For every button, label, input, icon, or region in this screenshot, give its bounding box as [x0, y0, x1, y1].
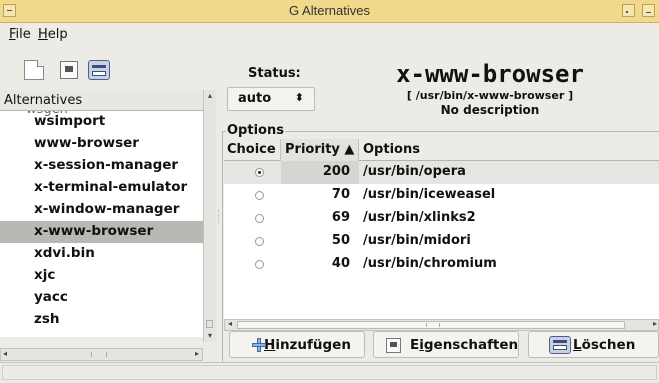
options-legend: Options	[226, 123, 285, 138]
scroll-right-icon[interactable]: ▸	[653, 319, 657, 328]
path-cell: /usr/bin/midori	[363, 233, 471, 248]
alternatives-header[interactable]: Alternatives	[0, 90, 203, 111]
table-row[interactable]: 69 /usr/bin/xlinks2	[224, 207, 659, 230]
choice-cell[interactable]	[224, 184, 281, 207]
select-arrows-icon: ⬍	[294, 91, 304, 104]
radio-icon[interactable]	[255, 191, 264, 200]
properties-button-label: genschaften	[423, 337, 519, 353]
list-item[interactable]: x-session-manager	[0, 155, 203, 177]
table-row[interactable]: 200 /usr/bin/opera	[224, 161, 659, 184]
choice-cell[interactable]	[224, 253, 281, 276]
options-table: Choice Priority ▲ Options 200 /usr/bin/o…	[224, 139, 659, 319]
status-label: Status:	[248, 66, 301, 81]
column-options[interactable]: Options	[359, 139, 659, 161]
table-header: Choice Priority ▲ Options	[224, 139, 659, 161]
menu-file-label: ile	[15, 27, 31, 42]
app-window: G Alternatives File Help Alternatives ws…	[0, 0, 659, 383]
menu-file[interactable]: File	[9, 27, 31, 42]
radio-icon[interactable]	[255, 237, 264, 246]
list-item[interactable]: x-window-manager	[0, 199, 203, 221]
delete-icon	[549, 336, 571, 354]
splitter-grip[interactable]	[218, 210, 221, 224]
path-cell: /usr/bin/chromium	[363, 256, 497, 271]
properties-button[interactable]: Eigenschaften	[373, 331, 519, 358]
toolbar	[0, 50, 220, 88]
delete-icon[interactable]	[88, 60, 110, 80]
title-bar[interactable]: G Alternatives	[0, 0, 659, 23]
choice-cell[interactable]	[224, 161, 281, 184]
priority-cell: 70	[331, 187, 350, 202]
list-item[interactable]: xjc	[0, 265, 203, 287]
table-row[interactable]: 50 /usr/bin/midori	[224, 230, 659, 253]
radio-selected-icon[interactable]	[255, 168, 264, 177]
list-item[interactable]: xdvi.bin	[0, 243, 203, 265]
column-choice[interactable]: Choice	[224, 139, 281, 161]
menu-help-accel: H	[38, 27, 48, 42]
maximize-icon[interactable]	[642, 4, 655, 17]
priority-cell: 40	[331, 256, 350, 271]
scroll-left-icon[interactable]: ◂	[3, 349, 7, 358]
status-bar	[0, 362, 659, 383]
path-cell: /usr/bin/iceweasel	[363, 187, 496, 202]
options-horizontal-scrollbar[interactable]: ◂ ▸	[224, 319, 659, 331]
list-item-selected[interactable]: x-www-browser	[0, 221, 203, 243]
choice-cell[interactable]	[224, 207, 281, 230]
delete-button-label: öschen	[581, 337, 636, 353]
priority-cell: 200	[281, 161, 359, 184]
add-button[interactable]: Hinzufügen	[229, 331, 365, 358]
radio-icon[interactable]	[255, 260, 264, 269]
plus-icon	[252, 338, 266, 352]
scroll-thumb[interactable]	[237, 321, 625, 329]
minimize-icon[interactable]	[622, 4, 635, 17]
column-priority[interactable]: Priority ▲	[281, 139, 359, 161]
scroll-down-icon[interactable]: ▾	[205, 331, 215, 341]
menu-help-label: elp	[47, 27, 68, 42]
scroll-thumb[interactable]	[206, 320, 213, 328]
delete-button-accel: L	[573, 337, 582, 353]
list-item[interactable]: x-terminal-emulator	[0, 177, 203, 199]
scroll-grip[interactable]	[91, 352, 107, 357]
alternatives-pane: Alternatives wsgen wsimport www-browser …	[0, 90, 216, 362]
scroll-right-icon[interactable]: ▸	[195, 349, 199, 358]
menu-bar: File Help	[0, 23, 659, 47]
path-cell: /usr/bin/xlinks2	[363, 210, 476, 225]
priority-cell: 50	[331, 233, 350, 248]
list-item[interactable]: yacc	[0, 287, 203, 309]
add-button-label: inzufügen	[275, 337, 351, 353]
priority-cell: 69	[331, 210, 350, 225]
properties-icon[interactable]	[60, 61, 78, 79]
delete-button[interactable]: Löschen	[528, 331, 659, 358]
status-value: auto	[238, 91, 272, 106]
alternatives-list[interactable]: wsgen wsimport www-browser x-session-man…	[0, 111, 203, 337]
choice-cell[interactable]	[224, 230, 281, 253]
alternative-name: x-www-browser	[396, 60, 584, 88]
pane-splitter[interactable]	[217, 90, 221, 362]
scroll-up-icon[interactable]: ▴	[205, 91, 215, 101]
alternative-path: [ /usr/bin/x-www-browser ]	[406, 89, 574, 102]
new-document-icon[interactable]	[24, 60, 44, 80]
radio-icon[interactable]	[255, 214, 264, 223]
menu-help[interactable]: Help	[38, 27, 68, 42]
table-row[interactable]: 40 /usr/bin/chromium	[224, 253, 659, 276]
properties-button-label-start: E	[410, 337, 420, 353]
path-cell: /usr/bin/opera	[363, 164, 466, 179]
properties-icon	[386, 338, 401, 353]
status-select[interactable]: auto ⬍	[227, 87, 315, 111]
list-item[interactable]: www-browser	[0, 133, 203, 155]
alternatives-horizontal-scrollbar[interactable]: ◂ ▸	[0, 348, 203, 361]
table-row[interactable]: 70 /usr/bin/iceweasel	[224, 184, 659, 207]
alternatives-vertical-scrollbar[interactable]: ▴ ▾	[203, 90, 216, 342]
list-item[interactable]: wsimport	[0, 111, 203, 133]
list-item[interactable]: zsh	[0, 309, 203, 331]
window-title: G Alternatives	[289, 3, 370, 18]
alternative-description: No description	[440, 103, 540, 117]
status-bar-field	[2, 365, 657, 380]
scroll-left-icon[interactable]: ◂	[228, 319, 232, 328]
